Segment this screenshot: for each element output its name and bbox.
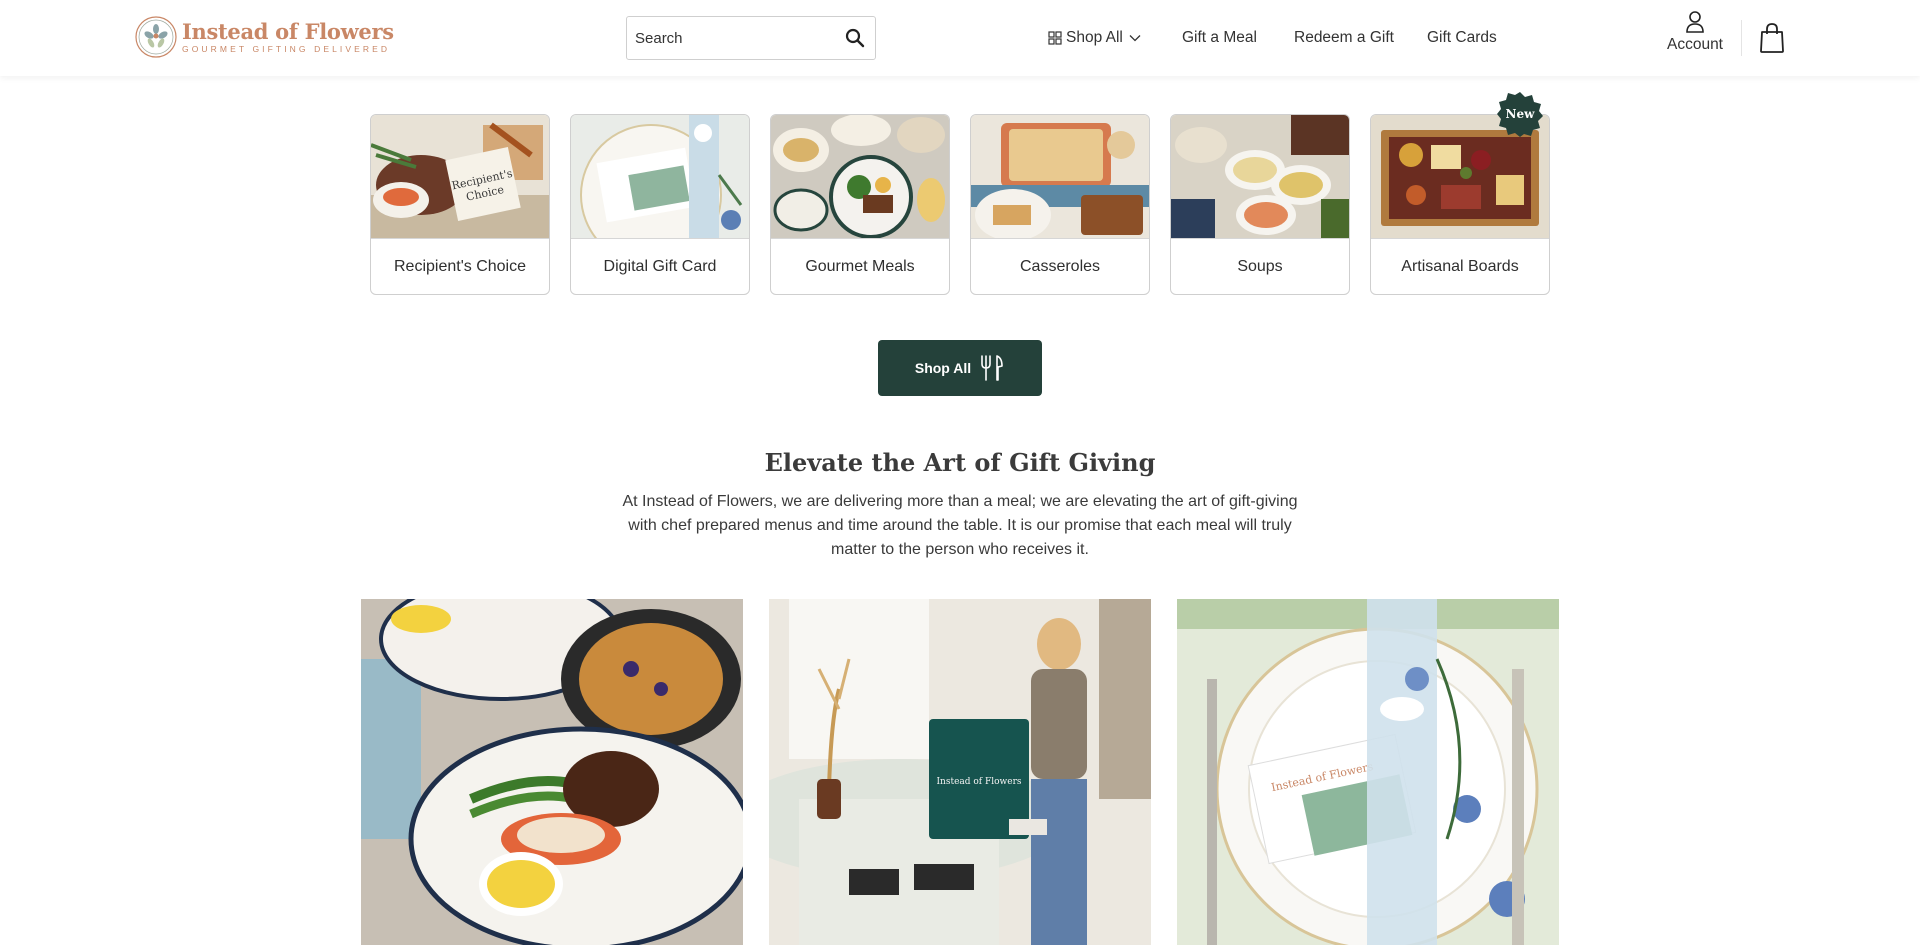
section-intro-text: At Instead of Flowers, we are delivering… <box>620 490 1300 562</box>
category-label: Digital Gift Card <box>603 257 717 275</box>
logo-name: Instead of Flowers <box>182 18 394 44</box>
soups-photo <box>1171 115 1349 239</box>
category-tile-casseroles[interactable]: Casseroles <box>970 114 1150 295</box>
intro-line-3: matter to the person who receives it. <box>831 541 1089 558</box>
casseroles-photo <box>971 115 1149 239</box>
digital-gift-card-photo <box>571 115 749 239</box>
nav-gift-a-meal[interactable]: Gift a Meal <box>1182 0 1257 76</box>
chevron-down-icon <box>1129 35 1141 42</box>
category-label: Recipient's Choice <box>393 257 526 275</box>
svg-text:Instead of Flowers: Instead of Flowers <box>936 777 1021 787</box>
nav-shop-all[interactable]: Shop All <box>1048 0 1141 76</box>
search-input[interactable] <box>627 17 835 59</box>
user-icon <box>1686 11 1704 33</box>
category-tile-gourmet-meals[interactable]: Gourmet Meals <box>770 114 950 295</box>
intro-line-1: At Instead of Flowers, we are delivering… <box>622 493 1298 510</box>
account-button[interactable]: Account <box>1660 10 1730 66</box>
nav-gift-cards-label: Gift Cards <box>1427 29 1497 46</box>
category-tile-soups[interactable]: Soups <box>1170 114 1350 295</box>
nav-shop-all-label: Shop All <box>1066 29 1123 46</box>
nav-redeem-a-gift[interactable]: Redeem a Gift <box>1294 0 1394 76</box>
header-divider <box>1741 20 1742 56</box>
shopping-bag-icon[interactable] <box>1758 22 1786 54</box>
nav-gift-a-meal-label: Gift a Meal <box>1182 29 1257 46</box>
flower-emblem-icon <box>135 16 177 58</box>
category-label: Casseroles <box>1019 257 1101 275</box>
search-box <box>626 16 876 60</box>
category-label: Gourmet Meals <box>805 257 915 275</box>
search-icon[interactable] <box>835 17 875 59</box>
woman-unpacking-meal-photo: Instead of Flowers <box>769 599 1151 945</box>
intro-line-2: with chef prepared menus and time around… <box>628 517 1292 534</box>
nav-shop-all-wrap: Shop All <box>1048 29 1141 47</box>
category-tile-artisanal-boards[interactable]: Artisanal Boards New <box>1370 92 1550 295</box>
gift-card-place-setting-photo: Instead of Flowers <box>1177 599 1559 945</box>
recipients-choice-photo: Recipient's Choice <box>371 115 549 239</box>
category-tile-recipients-choice[interactable]: Recipient's Choice Recipient's Choice <box>370 114 550 295</box>
site-logo[interactable]: Instead of Flowers GOURMET GIFTING DELIV… <box>134 14 394 60</box>
shop-all-button[interactable]: Shop All <box>878 340 1042 396</box>
grid-icon <box>1048 31 1062 45</box>
site-header: Instead of Flowers GOURMET GIFTING DELIV… <box>0 0 1920 76</box>
category-tile-digital-gift-card[interactable]: Digital Gift Card <box>570 114 750 295</box>
fork-knife-icon <box>981 355 1003 381</box>
new-badge-label: New <box>1505 107 1535 121</box>
section-heading: Elevate the Art of Gift Giving <box>764 448 1156 477</box>
shop-all-button-label: Shop All <box>914 360 972 376</box>
steak-lobster-photo <box>361 599 743 945</box>
nav-redeem-a-gift-label: Redeem a Gift <box>1294 29 1394 46</box>
category-label: Artisanal Boards <box>1401 257 1519 275</box>
nav-gift-cards[interactable]: Gift Cards <box>1427 0 1497 76</box>
gourmet-meals-photo <box>771 115 949 239</box>
new-badge: New <box>1497 91 1543 137</box>
logo-tagline: GOURMET GIFTING DELIVERED <box>182 43 391 54</box>
account-label: Account <box>1666 36 1723 53</box>
category-label: Soups <box>1237 257 1283 275</box>
